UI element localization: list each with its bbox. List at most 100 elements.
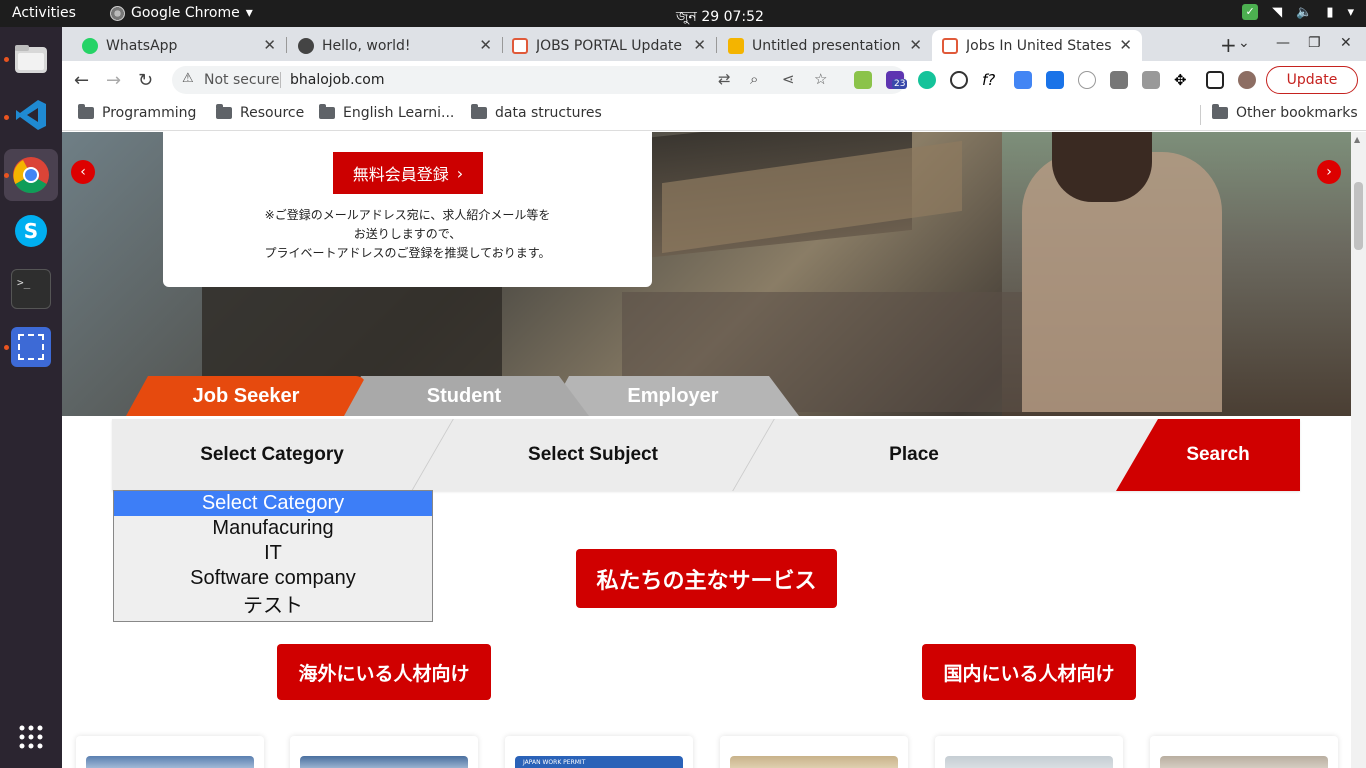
side-panel-icon[interactable] [1206,71,1224,89]
category-select[interactable]: Select Category [112,419,432,491]
bookmark-star-icon[interactable]: ☆ [814,70,827,88]
camera-icon[interactable] [1142,71,1160,89]
close-icon[interactable]: ✕ [909,36,922,54]
tab-title: JOBS PORTAL Update [536,37,683,54]
grammarly-icon[interactable] [918,71,936,89]
scroll-up-icon[interactable]: ▲ [1354,135,1360,144]
extension-circle-icon[interactable] [950,71,968,89]
clock[interactable]: জুন 29 07:52 [676,5,764,29]
dropdown-option[interactable]: Manufacuring [114,516,432,541]
tab-employer[interactable]: Employer [547,376,799,416]
system-tray[interactable]: ✓ ◥ 🔈 ▮ ▾ [1242,4,1354,20]
eyedropper-icon[interactable] [1110,71,1128,89]
not-secure-label[interactable]: Not secure [204,72,280,88]
tab-jobs-in-us[interactable]: Jobs In United States ✕ [932,30,1142,61]
carousel-prev-button[interactable]: ‹ [71,160,95,184]
card-image [300,756,468,768]
running-indicator [4,57,9,62]
card-image [730,756,898,768]
dropdown-option[interactable]: Select Category [114,491,432,516]
update-notifier-icon[interactable]: ✓ [1242,4,1259,20]
close-icon[interactable]: ✕ [693,36,706,54]
page-scrollbar[interactable]: ▲ [1351,132,1366,768]
tab-search-icon[interactable]: ⌄ [1238,35,1250,51]
domestic-talent-button[interactable]: 国内にいる人材向け [922,644,1136,700]
tab-student[interactable]: Student [339,376,589,416]
address-bar[interactable]: ⚠ Not secure bhalojob.com ⇄ ⌕ ⋖ ☆ [172,66,906,94]
place-input[interactable]: Place [754,419,1074,491]
note-line: ※ご登録のメールアドレス宛に、求人紹介メール等を [264,208,551,222]
new-tab-button[interactable]: + [1220,33,1237,57]
bookmark-label: Resource [240,105,305,121]
bookmark-data-structures[interactable]: data structures [471,104,602,121]
share-icon[interactable]: ⋖ [782,70,795,88]
react-devtools-icon[interactable] [1078,71,1096,89]
service-card[interactable] [1150,736,1338,768]
minimize-icon[interactable]: — [1276,35,1290,51]
screenshot-icon[interactable] [11,327,51,367]
chrome-icon [110,5,125,21]
chrome-icon[interactable] [4,149,58,201]
close-icon[interactable]: ✕ [1119,36,1132,54]
vscode-icon[interactable] [11,95,51,135]
url-text[interactable]: bhalojob.com [290,72,385,88]
dock: S >_ [0,27,62,768]
close-icon[interactable]: ✕ [479,36,492,54]
translate-icon[interactable]: ⇄ [718,70,731,88]
tab-job-seeker[interactable]: Job Seeker [126,376,366,416]
service-card[interactable] [935,736,1123,768]
free-registration-button[interactable]: 無料会員登録 › [333,152,483,194]
tab-jobs-portal[interactable]: JOBS PORTAL Update ✕ [502,30,716,61]
extension-sheets-icon[interactable] [854,71,872,89]
carousel-next-button[interactable]: › [1317,160,1341,184]
app-menu[interactable]: Google Chrome ▾ [110,5,253,21]
service-card[interactable] [720,736,908,768]
skype-icon[interactable]: S [11,211,51,251]
bookmark-english-learning[interactable]: English Learni... [319,104,454,121]
forward-icon[interactable]: → [106,70,121,91]
restore-icon[interactable]: ❐ [1308,35,1321,51]
service-card[interactable] [76,736,264,768]
reload-icon[interactable]: ↻ [138,70,153,91]
extension-badge-icon[interactable]: 23 [886,71,908,89]
scrollbar-thumb[interactable] [1354,182,1363,250]
back-icon[interactable]: ← [74,70,89,91]
search-button[interactable]: Search [1116,419,1300,491]
tab-presentation[interactable]: Untitled presentation ✕ [718,30,932,61]
overseas-talent-button[interactable]: 海外にいる人材向け [277,644,491,700]
card-image [1160,756,1328,768]
warning-icon[interactable]: ⚠ [182,71,194,86]
service-card[interactable] [290,736,478,768]
zoom-icon[interactable]: ⌕ [750,70,758,88]
files-icon[interactable] [11,39,51,79]
close-window-icon[interactable]: ✕ [1340,35,1352,51]
extensions-puzzle-icon[interactable]: ✥ [1174,71,1192,89]
fi-extension-icon[interactable] [1046,71,1064,89]
activities-button[interactable]: Activities [12,5,76,21]
formula-icon[interactable]: f? [982,71,1000,89]
subject-select[interactable]: Select Subject [433,419,753,491]
profile-avatar[interactable] [1238,71,1256,89]
search-label: Search [1186,444,1250,465]
folder-icon [78,104,94,119]
bookmark-other[interactable]: Other bookmarks [1212,104,1358,121]
bookmark-resource[interactable]: Resource [216,104,305,121]
terminal-icon[interactable]: >_ [11,269,51,309]
update-button[interactable]: Update [1266,66,1358,94]
bookmark-programming[interactable]: Programming [78,104,196,121]
show-apps-icon[interactable] [11,717,51,757]
dropdown-option[interactable]: Software company [114,566,432,591]
registration-label: 無料会員登録 [352,165,449,184]
translate-extension-icon[interactable] [1014,71,1032,89]
card-image [945,756,1113,768]
service-card[interactable]: JAPAN WORK PERMIT [505,736,693,768]
dropdown-option[interactable]: テスト [114,591,432,621]
services-heading-text: 私たちの主なサービス [596,568,817,594]
close-icon[interactable]: ✕ [263,36,276,54]
dropdown-option[interactable]: IT [114,541,432,566]
tab-whatsapp[interactable]: WhatsApp ✕ [72,30,286,61]
site-favicon-icon [512,37,528,54]
tab-hello-world[interactable]: Hello, world! ✕ [288,30,502,61]
tab-title: WhatsApp [106,37,178,54]
category-dropdown-list[interactable]: Select Category Manufacuring IT Software… [113,490,433,622]
